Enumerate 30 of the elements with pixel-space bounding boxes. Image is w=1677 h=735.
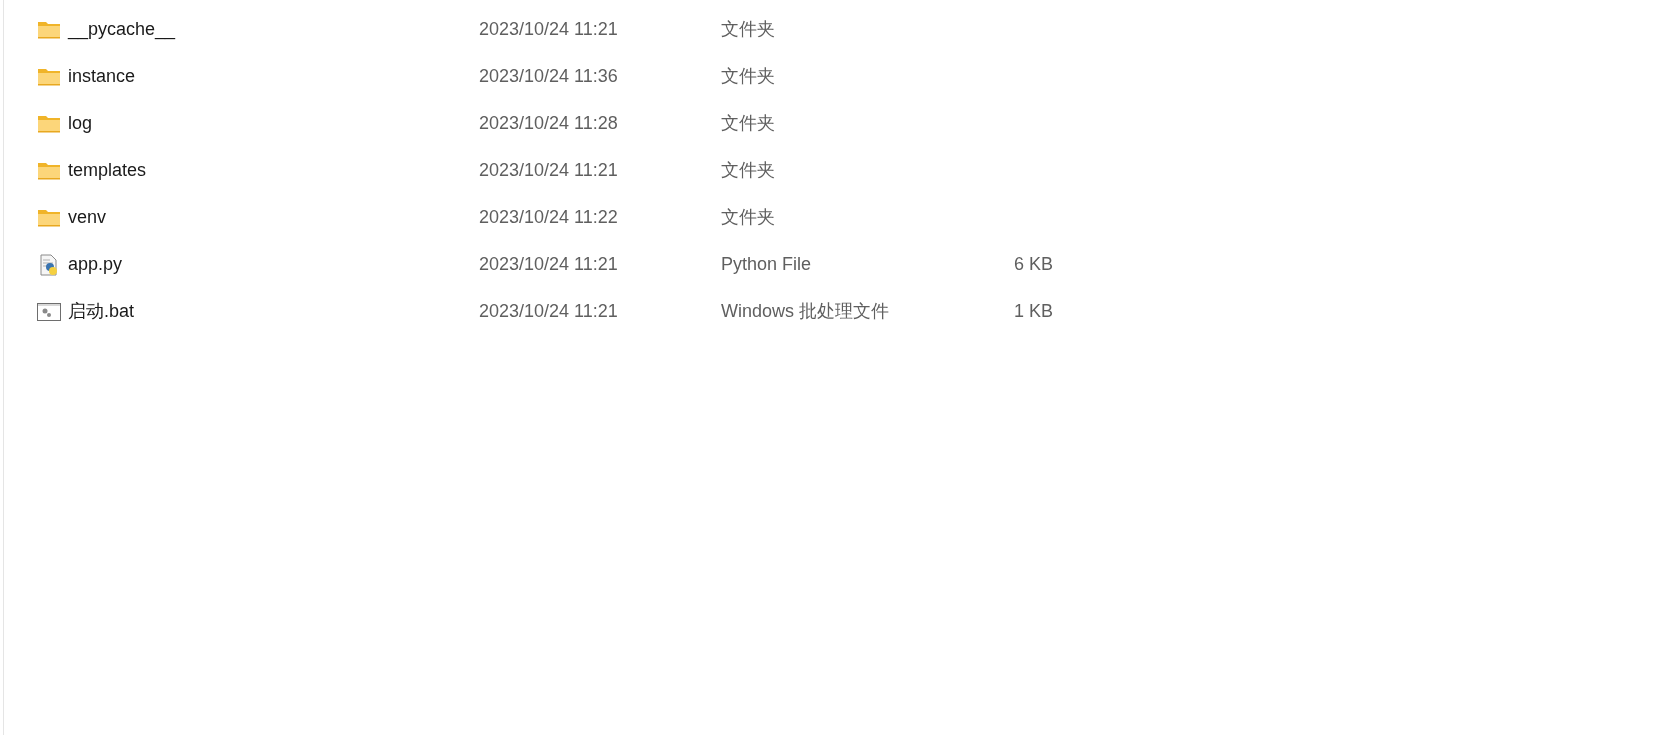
modified-date: 2023/10/24 11:28 bbox=[479, 112, 619, 135]
file-name[interactable]: app.py bbox=[68, 251, 479, 278]
modified-date: 2023/10/24 11:21 bbox=[479, 159, 619, 182]
folder-icon bbox=[38, 161, 60, 180]
file-type: 文件夹 bbox=[721, 65, 776, 88]
file-type: 文件夹 bbox=[721, 206, 776, 229]
file-name[interactable]: venv bbox=[68, 204, 479, 231]
batch-file-icon bbox=[37, 302, 61, 321]
modified-date: 2023/10/24 11:21 bbox=[479, 18, 619, 41]
modified-date: 2023/10/24 11:36 bbox=[479, 65, 619, 88]
folder-icon bbox=[38, 114, 60, 133]
file-name[interactable]: 启动.bat bbox=[68, 298, 479, 325]
folder-icon bbox=[38, 67, 60, 86]
file-type: 文件夹 bbox=[721, 112, 776, 135]
modified-date: 2023/10/24 11:21 bbox=[479, 253, 619, 276]
python-file-icon bbox=[39, 253, 59, 276]
file-name[interactable]: log bbox=[68, 110, 479, 137]
file-type: 文件夹 bbox=[721, 159, 776, 182]
folder-icon bbox=[38, 208, 60, 227]
file-size: 6 KB bbox=[1013, 253, 1053, 276]
folder-icon bbox=[38, 20, 60, 39]
file-type: 文件夹 bbox=[721, 18, 776, 41]
file-name[interactable]: templates bbox=[68, 157, 479, 184]
modified-date: 2023/10/24 11:22 bbox=[479, 206, 619, 229]
file-name[interactable]: __pycache__ bbox=[68, 16, 479, 43]
file-size: 1 KB bbox=[1013, 300, 1053, 323]
file-name[interactable]: instance bbox=[68, 63, 479, 90]
file-type: Windows 批处理文件 bbox=[721, 300, 891, 323]
modified-date: 2023/10/24 11:21 bbox=[479, 300, 619, 323]
file-type: Python File bbox=[721, 253, 813, 276]
